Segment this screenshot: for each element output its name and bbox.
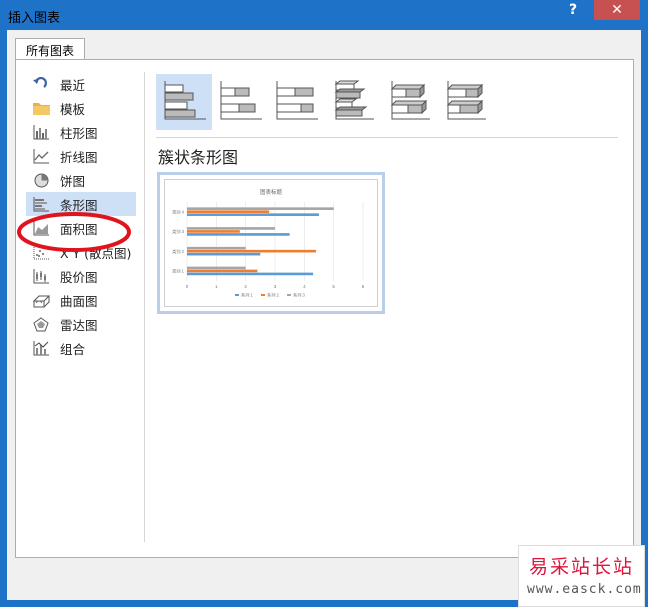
percent-stacked-bar-icon: [274, 80, 318, 124]
sidebar-item-recent[interactable]: 最近: [26, 72, 144, 96]
sidebar-item-bar[interactable]: 条形图: [26, 192, 136, 216]
sidebar-item-label: 组合: [60, 341, 86, 357]
sidebar-item-label: 面积图: [60, 221, 98, 237]
watermark: 易采站长站 www.easck.com: [518, 545, 645, 607]
sidebar-item-label: 饼图: [60, 173, 86, 189]
sidebar-item-label: 曲面图: [60, 293, 98, 309]
sidebar-item-label: 雷达图: [60, 317, 98, 333]
bar-系列2-1: [187, 249, 317, 253]
legend-swatch: [261, 294, 265, 296]
bar-系列1-0: [187, 272, 314, 276]
x-tick-label: 6: [362, 284, 365, 289]
sidebar-item-combo[interactable]: 组合: [26, 336, 144, 360]
category-label: 类别 1: [172, 268, 185, 275]
subtype-3d-percent-stacked-bar[interactable]: [436, 74, 492, 130]
tab-all-charts[interactable]: 所有图表: [15, 38, 85, 61]
dialog-title: 插入图表: [8, 11, 61, 26]
legend-swatch: [235, 294, 239, 296]
stacked-bar-icon: [218, 80, 262, 124]
subtype-clustered-bar[interactable]: [156, 74, 212, 130]
pie-chart-icon: [32, 172, 50, 188]
dialog-window: 插入图表 ? ✕ 所有图表 最近 模板 柱形图 折线图 饼图 条形图 面积图 X…: [0, 0, 648, 607]
bar-系列3-1: [187, 246, 246, 250]
subtype-3d-clustered-bar[interactable]: [324, 74, 380, 130]
recent-icon: [32, 76, 50, 92]
category-label: 类别 4: [172, 208, 185, 215]
x-tick-label: 5: [332, 284, 335, 289]
sidebar-item-stock[interactable]: 股价图: [26, 264, 144, 288]
subtype-stacked-bar[interactable]: [212, 74, 268, 130]
legend-label: 系列 1: [241, 292, 254, 299]
folder-icon: [32, 100, 50, 116]
legend-swatch: [287, 294, 291, 296]
clustered-bar-icon: [162, 80, 206, 124]
sidebar-item-label: 折线图: [60, 149, 98, 165]
sidebar-item-pie[interactable]: 饼图: [26, 168, 144, 192]
gallery-divider: [156, 137, 618, 138]
sidebar-divider: [144, 72, 145, 542]
area-chart-icon: [32, 220, 50, 236]
sidebar-item-radar[interactable]: 雷达图: [26, 312, 144, 336]
close-button[interactable]: ✕: [594, 0, 640, 20]
3d-percent-stacked-bar-icon: [442, 80, 486, 124]
category-label: 类别 2: [172, 248, 185, 255]
sidebar-item-label: 最近: [60, 77, 86, 93]
bar-系列1-3: [187, 213, 319, 216]
bar-系列2-0: [187, 269, 258, 273]
radar-chart-icon: [32, 316, 50, 332]
subtype-title: 簇状条形图: [158, 148, 239, 167]
title-bar[interactable]: 插入图表 ? ✕: [0, 0, 648, 30]
sidebar-item-label: 股价图: [60, 269, 98, 285]
line-chart-icon: [32, 148, 50, 164]
legend-label: 系列 2: [267, 292, 280, 299]
sidebar-item-label: 柱形图: [60, 125, 98, 141]
sidebar-item-templates[interactable]: 模板: [26, 96, 144, 120]
chart-preview-frame: 图表标题 类别 1 类别 2 类别 3 类别 4 0 1 2 3 4 5 6 系列 1 系列 2 系列…: [164, 179, 378, 307]
sidebar-item-label: X Y (散点图): [60, 245, 132, 261]
bar-chart-icon: [32, 196, 50, 212]
sidebar-item-surface[interactable]: 曲面图: [26, 288, 144, 312]
3d-stacked-bar-icon: [386, 80, 430, 124]
column-chart-icon: [32, 124, 50, 140]
combo-chart-icon: [32, 340, 50, 356]
help-button[interactable]: ?: [560, 0, 586, 20]
x-tick-label: 2: [244, 284, 247, 289]
bar-系列1-1: [187, 252, 261, 256]
chart-subtype-gallery: [156, 74, 492, 132]
legend-label: 系列 3: [293, 292, 306, 299]
category-label: 类别 3: [172, 228, 185, 235]
close-icon: ✕: [611, 2, 623, 18]
sidebar-item-label: 模板: [60, 101, 86, 117]
chart-title: 图表标题: [260, 188, 283, 196]
bar-系列2-2: [187, 230, 240, 233]
bar-系列3-0: [187, 266, 246, 270]
tab-panel: 最近 模板 柱形图 折线图 饼图 条形图 面积图 X Y (散点图) 股价图 曲…: [15, 59, 634, 558]
x-tick-label: 3: [274, 284, 277, 289]
stock-chart-icon: [32, 268, 50, 284]
sidebar-item-line[interactable]: 折线图: [26, 144, 144, 168]
sidebar-item-area[interactable]: 面积图: [26, 216, 144, 240]
subtype-3d-stacked-bar[interactable]: [380, 74, 436, 130]
x-tick-label: 4: [303, 284, 306, 289]
watermark-text: 易采站长站: [529, 556, 635, 578]
bar-系列3-3: [187, 207, 334, 210]
sidebar-item-scatter[interactable]: X Y (散点图): [26, 240, 144, 264]
sidebar-item-column[interactable]: 柱形图: [26, 120, 144, 144]
x-tick-label: 1: [215, 284, 218, 289]
chart-type-list: 最近 模板 柱形图 折线图 饼图 条形图 面积图 X Y (散点图) 股价图 曲…: [26, 72, 144, 360]
chart-preview-svg: 图表标题 类别 1 类别 2 类别 3 类别 4 0 1 2 3 4 5 6 系列 1 系列 2 系列…: [172, 188, 365, 299]
bar-系列2-3: [187, 210, 270, 213]
bar-系列1-2: [187, 233, 290, 236]
dialog-client: 所有图表 最近 模板 柱形图 折线图 饼图 条形图 面积图 X Y (散点图) …: [7, 30, 641, 600]
watermark-url: www.easck.com: [527, 582, 642, 597]
3d-clustered-bar-icon: [330, 80, 374, 124]
bar-系列3-2: [187, 227, 275, 230]
subtype-percent-stacked-bar[interactable]: [268, 74, 324, 130]
scatter-chart-icon: [32, 244, 50, 260]
chart-preview[interactable]: 图表标题 类别 1 类别 2 类别 3 类别 4 0 1 2 3 4 5 6 系列 1 系列 2 系列…: [157, 172, 385, 314]
sidebar-item-label: 条形图: [60, 197, 98, 213]
surface-chart-icon: [32, 292, 50, 308]
x-tick-label: 0: [186, 284, 189, 289]
